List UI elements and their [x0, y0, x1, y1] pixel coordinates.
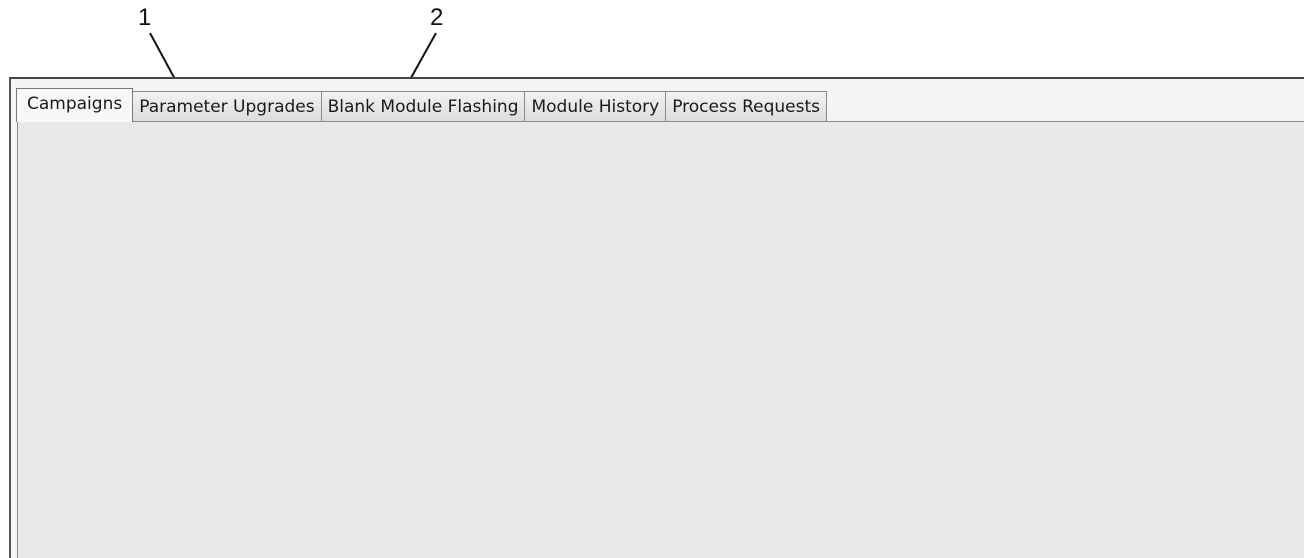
application-window: Campaigns Parameter Upgrades Blank Modul… [9, 77, 1304, 558]
tab-process-requests[interactable]: Process Requests [665, 91, 827, 122]
callout-number-1: 1 [138, 4, 152, 31]
tab-campaigns[interactable]: Campaigns [16, 88, 134, 122]
tab-label: Blank Module Flashing [327, 97, 519, 117]
tab-content-panel [17, 122, 1304, 558]
tab-blank-module-flashing[interactable]: Blank Module Flashing [320, 91, 526, 122]
tab-parameter-upgrades[interactable]: Parameter Upgrades [132, 91, 322, 122]
tab-label: Campaigns [27, 94, 123, 114]
callout-number-2: 2 [430, 4, 444, 31]
tab-strip: Campaigns Parameter Upgrades Blank Modul… [16, 88, 827, 122]
tab-label: Module History [531, 97, 660, 117]
tab-label: Process Requests [672, 97, 820, 117]
tab-label: Parameter Upgrades [139, 97, 315, 117]
tab-module-history[interactable]: Module History [524, 91, 667, 122]
